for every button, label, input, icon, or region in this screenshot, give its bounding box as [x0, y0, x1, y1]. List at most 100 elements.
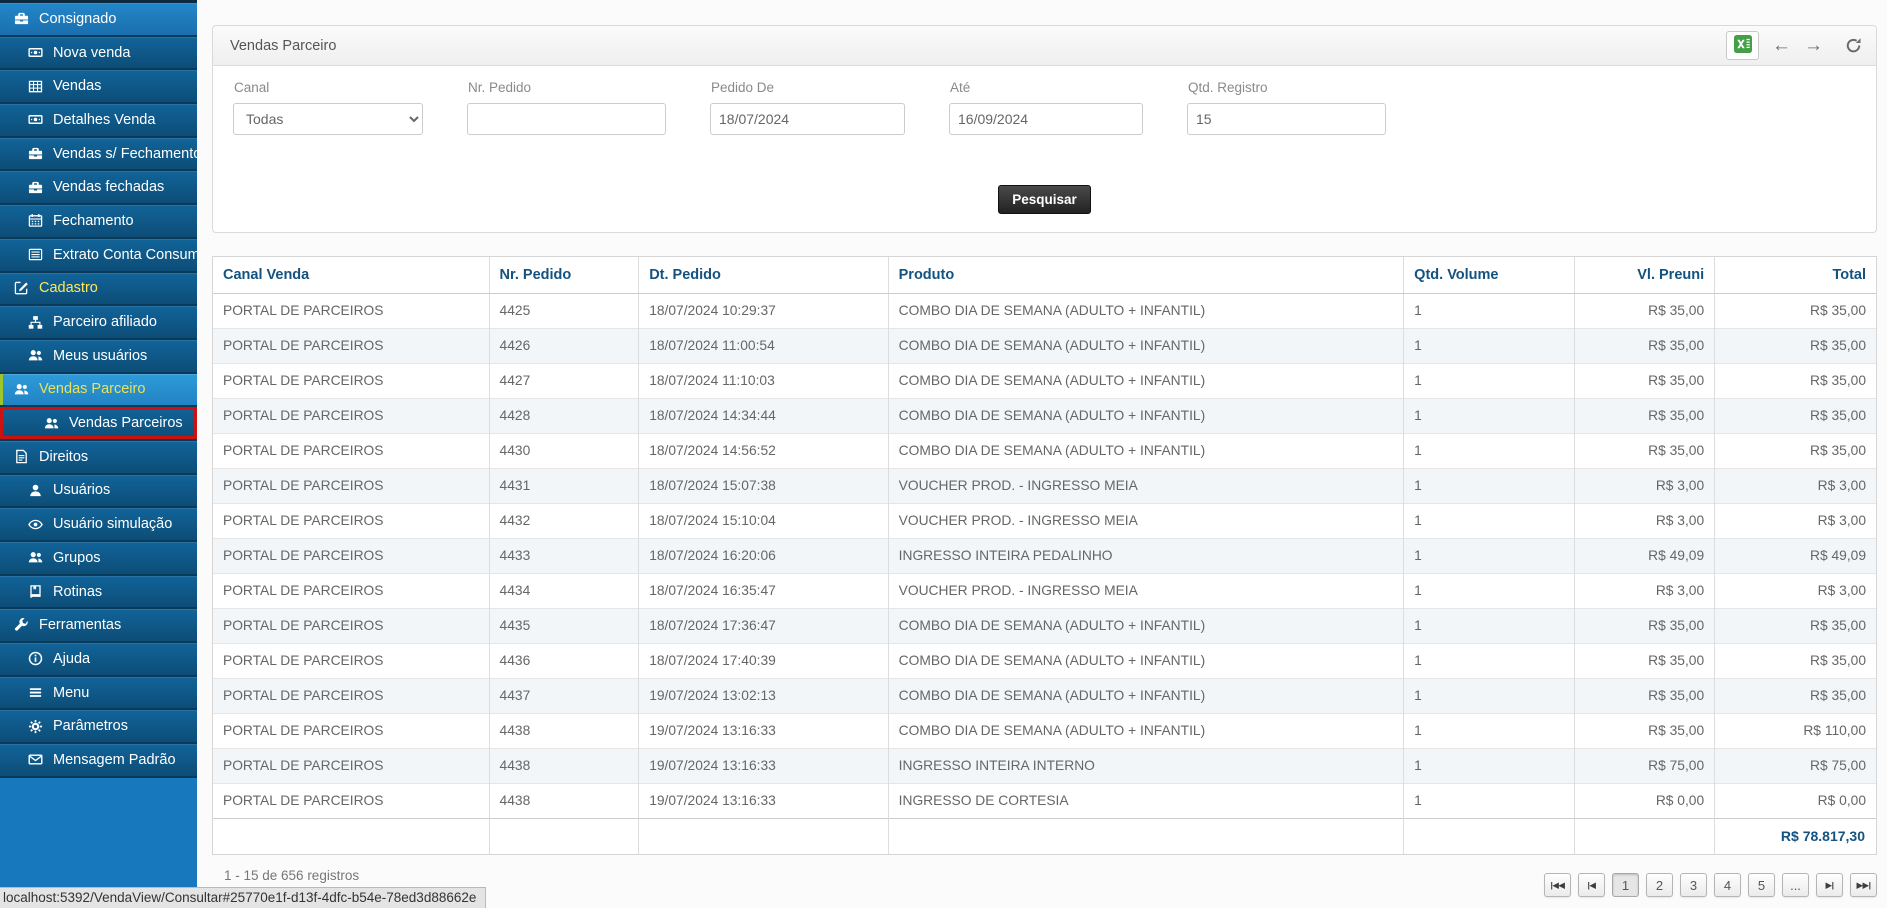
cell-total: R$ 35,00: [1715, 678, 1876, 713]
sidebar-item-consignado[interactable]: Consignado: [0, 3, 197, 37]
table-row[interactable]: PORTAL DE PARCEIROS443318/07/2024 16:20:…: [213, 538, 1876, 573]
cell-qtd-volume: 1: [1404, 433, 1575, 468]
sidebar-item-vendas[interactable]: Vendas: [0, 70, 197, 104]
sidebar-item-fechamento[interactable]: Fechamento: [0, 205, 197, 239]
pedido-de-input[interactable]: [710, 103, 905, 135]
ate-input[interactable]: [949, 103, 1143, 135]
cell-qtd-volume: 1: [1404, 293, 1575, 328]
sidebar-item-ferramentas[interactable]: Ferramentas: [0, 609, 197, 643]
qtd-registro-input[interactable]: [1187, 103, 1386, 135]
page-ellipsis-button[interactable]: ...: [1782, 873, 1809, 897]
cell-produto: COMBO DIA DE SEMANA (ADULTO + INFANTIL): [888, 398, 1404, 433]
main-content: Vendas Parceiro ← → Canal Todas Nr. Pedido…: [197, 0, 1887, 908]
sidebar-item-vendas-parceiros[interactable]: Vendas Parceiros: [0, 407, 197, 441]
table-row[interactable]: PORTAL DE PARCEIROS443819/07/2024 13:16:…: [213, 783, 1876, 818]
next-page-button[interactable]: ▶|: [1816, 873, 1843, 897]
sidebar-item-usuario-simulacao[interactable]: Usuário simulação: [0, 508, 197, 542]
table-row[interactable]: PORTAL DE PARCEIROS442818/07/2024 14:34:…: [213, 398, 1876, 433]
sidebar-item-rotinas[interactable]: Rotinas: [0, 576, 197, 610]
cell-nr-pedido: 4436: [489, 643, 639, 678]
sidebar-item-vendas-fechadas[interactable]: Vendas fechadas: [0, 171, 197, 205]
users-icon: [27, 348, 44, 363]
refresh-icon[interactable]: [1845, 37, 1862, 54]
page-4-button[interactable]: 4: [1714, 873, 1741, 897]
cell-total: R$ 75,00: [1715, 748, 1876, 783]
sidebar-item-label: Ferramentas: [39, 617, 121, 633]
cell-qtd-volume: 1: [1404, 503, 1575, 538]
table-row[interactable]: PORTAL DE PARCEIROS442518/07/2024 10:29:…: [213, 293, 1876, 328]
cell-produto: COMBO DIA DE SEMANA (ADULTO + INFANTIL): [888, 608, 1404, 643]
page-5-button[interactable]: 5: [1748, 873, 1775, 897]
sidebar-item-vendas-s-fechamento[interactable]: Vendas s/ Fechamento: [0, 138, 197, 172]
sidebar-item-parametros[interactable]: Parâmetros: [0, 710, 197, 744]
table-row[interactable]: PORTAL DE PARCEIROS443518/07/2024 17:36:…: [213, 608, 1876, 643]
cell-nr-pedido: 4438: [489, 748, 639, 783]
canal-select[interactable]: Todas: [233, 103, 423, 135]
nr-pedido-input[interactable]: [467, 103, 666, 135]
sidebar-item-direitos[interactable]: Direitos: [0, 441, 197, 475]
table-row[interactable]: PORTAL DE PARCEIROS443719/07/2024 13:02:…: [213, 678, 1876, 713]
page-1-button[interactable]: 1: [1612, 873, 1639, 897]
table-row[interactable]: PORTAL DE PARCEIROS443018/07/2024 14:56:…: [213, 433, 1876, 468]
sidebar-item-label: Vendas Parceiro: [39, 381, 145, 397]
page-3-button[interactable]: 3: [1680, 873, 1707, 897]
first-page-button[interactable]: |◀◀: [1544, 873, 1571, 897]
sidebar-item-label: Direitos: [39, 449, 88, 465]
sidebar-item-grupos[interactable]: Grupos: [0, 542, 197, 576]
sidebar-item-extrato-conta-consumo[interactable]: Extrato Conta Consumo: [0, 239, 197, 273]
sidebar-item-detalhes-venda[interactable]: Detalhes Venda: [0, 104, 197, 138]
back-arrow-icon[interactable]: ←: [1772, 36, 1791, 55]
table-row[interactable]: PORTAL DE PARCEIROS443118/07/2024 15:07:…: [213, 468, 1876, 503]
table-row[interactable]: PORTAL DE PARCEIROS442718/07/2024 11:10:…: [213, 363, 1876, 398]
sidebar-item-ajuda[interactable]: Ajuda: [0, 643, 197, 677]
status-bar-url: localhost:5392/VendaView/Consultar#25770…: [0, 887, 486, 908]
sidebar-item-menu[interactable]: Menu: [0, 677, 197, 711]
page-2-button[interactable]: 2: [1646, 873, 1673, 897]
sidebar-item-label: Parceiro afiliado: [53, 314, 157, 330]
cell-canal-venda: PORTAL DE PARCEIROS: [213, 783, 489, 818]
cell-total: R$ 110,00: [1715, 713, 1876, 748]
cell-produto: VOUCHER PROD. - INGRESSO MEIA: [888, 503, 1404, 538]
pesquisar-button[interactable]: Pesquisar: [998, 185, 1091, 214]
filter-field-ate: Até: [949, 80, 1143, 135]
cell-nr-pedido: 4435: [489, 608, 639, 643]
filter-field-nr-pedido: Nr. Pedido: [467, 80, 666, 135]
filter-field-qtd-registro: Qtd. Registro: [1187, 80, 1386, 135]
sidebar-item-vendas-parceiro[interactable]: Vendas Parceiro: [0, 374, 197, 408]
cell-qtd-volume: 1: [1404, 748, 1575, 783]
column-header-canal-venda: Canal Venda: [213, 257, 489, 293]
sidebar-item-meus-usuarios[interactable]: Meus usuários: [0, 340, 197, 374]
cell-vl-preuni: R$ 35,00: [1575, 433, 1715, 468]
sidebar-item-label: Consignado: [39, 11, 116, 27]
sidebar-item-label: Extrato Conta Consumo: [53, 247, 208, 263]
table-row[interactable]: PORTAL DE PARCEIROS443819/07/2024 13:16:…: [213, 713, 1876, 748]
table-row[interactable]: PORTAL DE PARCEIROS442618/07/2024 11:00:…: [213, 328, 1876, 363]
table-row[interactable]: PORTAL DE PARCEIROS443819/07/2024 13:16:…: [213, 748, 1876, 783]
sidebar-item-usuarios[interactable]: Usuários: [0, 475, 197, 509]
excel-export-icon: [1733, 34, 1753, 57]
sidebar-item-parceiro-afiliado[interactable]: Parceiro afiliado: [0, 306, 197, 340]
filter-label-canal: Canal: [234, 80, 423, 95]
list-icon: [27, 247, 44, 262]
page-title: Vendas Parceiro: [230, 38, 336, 54]
cell-produto: COMBO DIA DE SEMANA (ADULTO + INFANTIL): [888, 433, 1404, 468]
file-icon: [13, 449, 30, 464]
forward-arrow-icon[interactable]: →: [1804, 36, 1823, 55]
sidebar-item-nova-venda[interactable]: Nova venda: [0, 37, 197, 71]
cell-dt-pedido: 19/07/2024 13:16:33: [639, 748, 888, 783]
sidebar-item-mensagem-padrao[interactable]: Mensagem Padrão: [0, 744, 197, 778]
filter-label-ate: Até: [950, 80, 1143, 95]
sidebar-item-label: Menu: [53, 685, 89, 701]
cell-canal-venda: PORTAL DE PARCEIROS: [213, 503, 489, 538]
last-page-button[interactable]: ▶▶|: [1850, 873, 1877, 897]
table-row[interactable]: PORTAL DE PARCEIROS443618/07/2024 17:40:…: [213, 643, 1876, 678]
export-excel-button[interactable]: [1726, 31, 1759, 60]
table-row[interactable]: PORTAL DE PARCEIROS443418/07/2024 16:35:…: [213, 573, 1876, 608]
sidebar-item-label: Usuários: [53, 482, 110, 498]
sidebar-item-label: Rotinas: [53, 584, 102, 600]
sidebar-item-cadastro[interactable]: Cadastro: [0, 273, 197, 307]
grand-total: R$ 78.817,30: [1715, 818, 1876, 854]
table-row[interactable]: PORTAL DE PARCEIROS443218/07/2024 15:10:…: [213, 503, 1876, 538]
prev-page-button[interactable]: |◀: [1578, 873, 1605, 897]
cell-produto: COMBO DIA DE SEMANA (ADULTO + INFANTIL): [888, 328, 1404, 363]
